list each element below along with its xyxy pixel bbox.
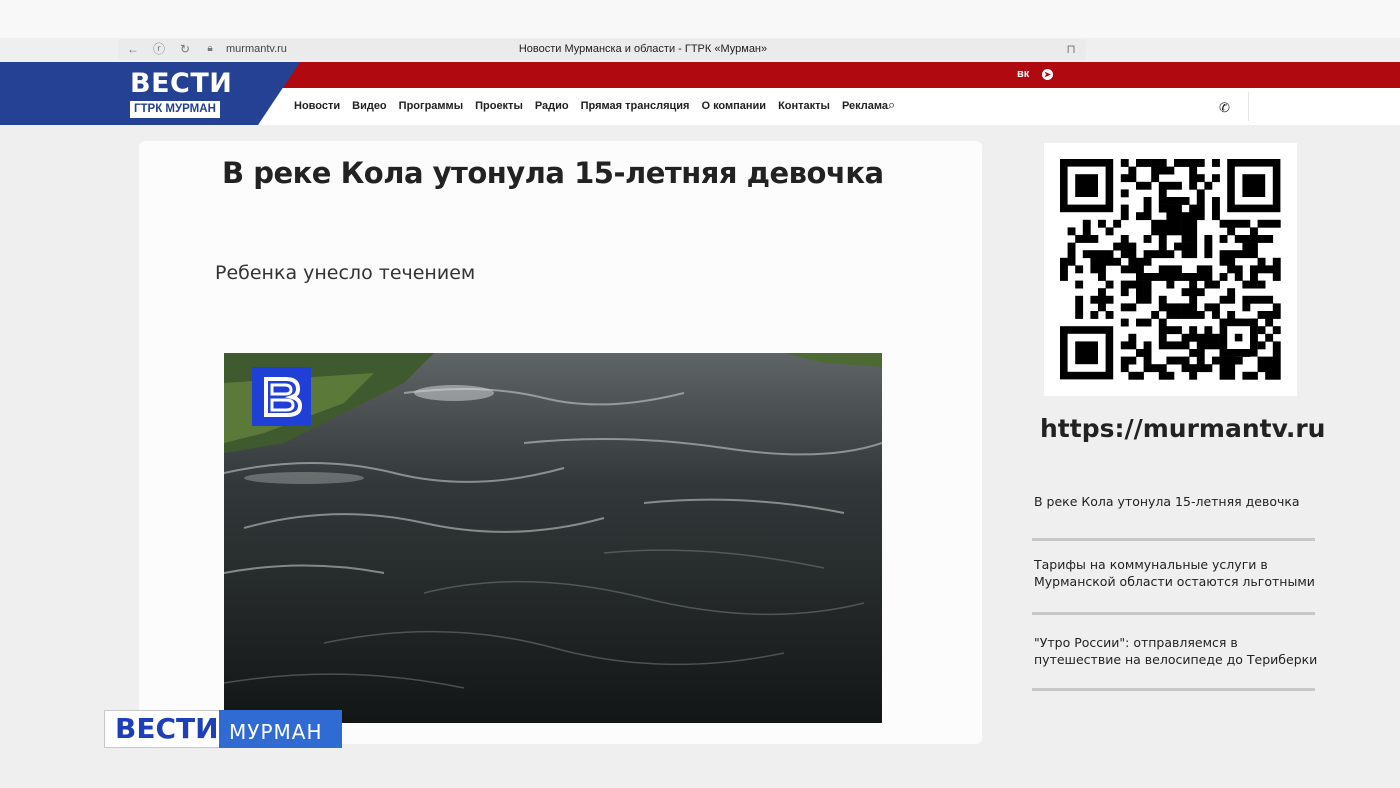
site-logo[interactable]: ВЕСТИ bbox=[130, 69, 232, 99]
article-photo bbox=[224, 353, 882, 723]
sidebar-news-item[interactable]: "Утро России": отправляемся в путешестви… bbox=[1034, 634, 1319, 668]
reload-icon[interactable]: ↻ bbox=[178, 42, 192, 56]
address-bar[interactable]: ← ⓡ ↻ 🔒︎ murmantv.ru Новости Мурманска и… bbox=[118, 39, 1086, 60]
article-headline: В реке Кола утонула 15-летняя девочка bbox=[222, 156, 884, 190]
telegram-icon[interactable]: ➤ bbox=[1042, 69, 1053, 80]
nav-item-radio[interactable]: Радио bbox=[535, 100, 569, 112]
tv-badge-vesti: ВЕСТИ bbox=[104, 710, 220, 748]
bookmark-icon[interactable]: ⊓ bbox=[1064, 42, 1078, 56]
qr-code bbox=[1044, 143, 1297, 396]
tv-badge-region: МУРМАН bbox=[219, 710, 342, 748]
site-url-text[interactable]: https://murmantv.ru bbox=[1040, 414, 1325, 443]
article-subtitle: Ребенка унесло течением bbox=[215, 262, 476, 284]
search-icon[interactable]: ⌕ bbox=[888, 98, 895, 113]
sidebar-divider bbox=[1032, 688, 1315, 691]
lock-icon[interactable]: 🔒︎ bbox=[203, 42, 217, 56]
nav-item-about[interactable]: О компании bbox=[701, 100, 766, 112]
vesti-b-logo bbox=[252, 367, 311, 426]
nav-item-live[interactable]: Прямая трансляция bbox=[581, 100, 690, 112]
header-divider bbox=[1248, 92, 1249, 121]
sidebar-divider bbox=[1032, 612, 1315, 615]
sidebar-news-item[interactable]: Тарифы на коммунальные услуги в Мурманск… bbox=[1034, 556, 1319, 590]
nav-item-news[interactable]: Новости bbox=[294, 100, 340, 112]
nav-item-contacts[interactable]: Контакты bbox=[778, 100, 830, 112]
main-nav: Новости Видео Программы Проекты Радио Пр… bbox=[294, 100, 888, 112]
sidebar-divider bbox=[1032, 538, 1315, 541]
url-text[interactable]: murmantv.ru bbox=[226, 43, 287, 55]
nav-item-programs[interactable]: Программы bbox=[399, 100, 463, 112]
phone-icon[interactable]: ✆ bbox=[1219, 101, 1230, 116]
nav-item-video[interactable]: Видео bbox=[352, 100, 387, 112]
page-title-tab: Новости Мурманска и области - ГТРК «Мурм… bbox=[518, 43, 768, 55]
nav-item-ads[interactable]: Реклама bbox=[842, 100, 888, 112]
back-icon[interactable]: ← bbox=[126, 42, 140, 56]
nav-item-projects[interactable]: Проекты bbox=[475, 100, 523, 112]
vk-icon[interactable]: вк bbox=[1017, 68, 1029, 80]
shield-icon[interactable]: ⓡ bbox=[152, 42, 166, 56]
sidebar-news-item[interactable]: В реке Кола утонула 15-летняя девочка bbox=[1034, 493, 1324, 510]
browser-top-area bbox=[0, 0, 1400, 38]
site-logo-sub[interactable]: ГТРК МУРМАН bbox=[130, 101, 220, 118]
